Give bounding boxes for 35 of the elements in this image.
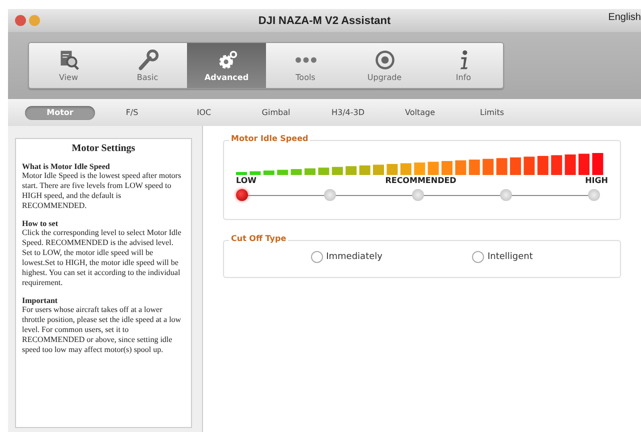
level-option[interactable] [236,189,248,201]
section-text: Motor Idle Speed is the lowest speed after motors start. There are five levels from LOW speed to HIGH speed, and the default is RECOMMENDED. [22,171,182,211]
group-title: Motor Idle Speed [229,134,310,143]
section-heading: How to set [22,219,59,228]
minimize-button[interactable] [29,15,40,26]
section-heading: What is Motor Idle Speed [22,162,111,171]
toolbar-tab[interactable]: Tools [266,43,345,88]
group-title: Cut Off Type [229,234,288,243]
dots-icon [294,56,316,64]
section-text: For users whose aircraft takes off at a lower throttle position, please set the idle speed at a low level. For common users, set it to RECOMMENDED or above, since setting idle speed too low may affect motor(s) spool up. [22,305,182,355]
toolbar-tab[interactable]: Info [424,43,503,88]
window-title: DJI NAZA-M V2 Assistant [258,14,391,26]
wrench-icon [136,49,158,71]
toolbar-tab[interactable]: View [29,43,108,88]
sub-tab[interactable]: Voltage [385,106,455,120]
toolbar-tab[interactable]: Basic [108,43,187,88]
level-label: HIGH [585,176,608,185]
sub-tab[interactable]: F/S [97,106,167,120]
level-label: RECOMMENDED [385,176,456,185]
section-text: Click the corresponding level to select Motor Idle Speed. RECOMMENDED is the advised level. Set to LOW, the motor idle speed will be lowest.Set to HIGH, the motor idle speed will be highest. You can set it according to the individual requirement. [22,228,182,288]
radio-button[interactable] [311,251,324,263]
radio-button[interactable] [472,251,484,263]
toolbar-tab[interactable]: Upgrade [345,43,424,88]
close-button[interactable] [15,15,26,26]
option-label: Immediately [326,252,382,262]
toolbar-tab[interactable]: Advanced [187,43,266,88]
sub-tab[interactable]: Limits [457,106,527,120]
option-label: Intelligent [487,252,533,262]
sub-tab[interactable]: Gimbal [241,106,311,120]
language-selector[interactable]: English [608,12,641,23]
help-title: Motor Settings [70,143,136,154]
sub-tab[interactable]: IOC [169,106,239,120]
level-label: LOW [236,176,256,185]
section-heading: Important [22,296,59,305]
sub-tab[interactable]: H3/4-3D [313,106,383,120]
